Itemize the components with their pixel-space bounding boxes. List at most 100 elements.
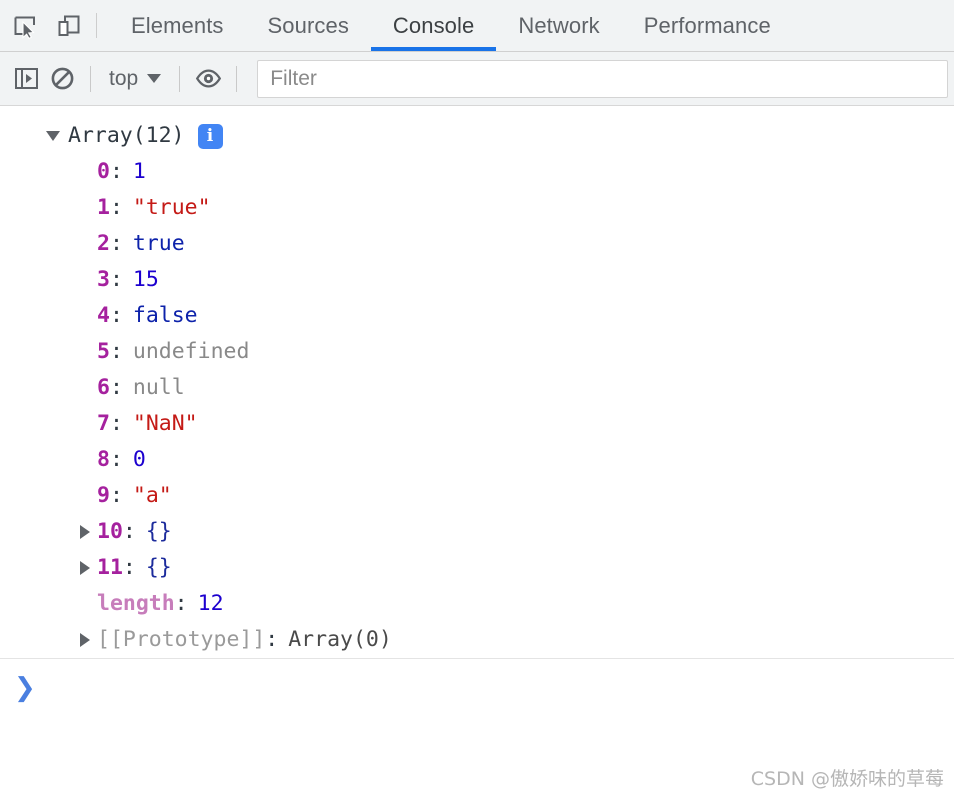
list-item[interactable]: 0: 1 xyxy=(0,154,954,190)
execution-context-selector[interactable]: top xyxy=(101,63,169,95)
property-key: 6 xyxy=(97,375,110,400)
property-value: true xyxy=(132,231,185,256)
property-colon: : xyxy=(109,483,123,508)
property-key: 1 xyxy=(97,195,110,220)
property-colon: : xyxy=(109,267,123,292)
property-colon: : xyxy=(109,195,123,220)
property-value: undefined xyxy=(132,339,250,364)
property-value: "a" xyxy=(132,483,172,508)
property-colon: : xyxy=(109,159,123,184)
property-value: Array(0) xyxy=(288,627,392,652)
tab-console-label: Console xyxy=(392,12,475,38)
array-group-header[interactable]: Array(12) i xyxy=(0,118,954,154)
console-prompt[interactable]: ❯ CSDN @傲娇味的草莓 xyxy=(0,659,954,799)
devtools-tab-bar: Elements Sources Console Network Perform… xyxy=(0,0,954,52)
property-key: length xyxy=(97,591,175,616)
property-colon: : xyxy=(109,339,123,364)
property-value: "true" xyxy=(132,195,211,220)
info-icon[interactable]: i xyxy=(197,123,223,149)
console-toolbar: top Filter xyxy=(0,52,954,106)
watermark: CSDN @傲娇味的草莓 xyxy=(750,768,944,790)
property-value: 0 xyxy=(132,447,146,472)
clear-console-icon[interactable] xyxy=(44,61,80,97)
array-title: Array(12) xyxy=(68,123,185,148)
eye-glyph xyxy=(195,69,221,88)
property-colon: : xyxy=(174,591,188,616)
property-key: 2 xyxy=(97,231,110,256)
toolbar-divider-2 xyxy=(179,65,181,92)
list-item[interactable]: 4: false xyxy=(0,298,954,334)
property-value: false xyxy=(132,303,198,328)
inspect-element-icon[interactable] xyxy=(8,9,42,43)
filter-placeholder: Filter xyxy=(270,66,317,90)
property-value: 15 xyxy=(132,267,159,292)
tab-network-label: Network xyxy=(518,12,600,38)
execution-context-label: top xyxy=(109,66,139,90)
property-colon: : xyxy=(122,519,136,544)
eye-icon[interactable] xyxy=(190,61,226,97)
property-key: 3 xyxy=(97,267,110,292)
property-key: 4 xyxy=(97,303,110,328)
tab-network[interactable]: Network xyxy=(496,0,621,51)
device-toolbar-icon[interactable] xyxy=(52,9,86,43)
tab-sources[interactable]: Sources xyxy=(246,0,371,51)
list-item[interactable]: 3: 15 xyxy=(0,262,954,298)
chevron-right-icon[interactable] xyxy=(80,561,90,575)
property-colon: : xyxy=(109,375,123,400)
property-value: 1 xyxy=(132,159,146,184)
toolbar-divider-3 xyxy=(236,65,238,92)
property-key: 8 xyxy=(97,447,110,472)
list-item[interactable]: 6: null xyxy=(0,370,954,406)
property-colon: : xyxy=(109,447,123,472)
clear-console-glyph xyxy=(51,67,73,90)
chevron-down-icon[interactable] xyxy=(46,131,60,141)
inspect-element-glyph xyxy=(14,16,35,39)
list-item[interactable]: 5: undefined xyxy=(0,334,954,370)
list-item[interactable]: 1: "true" xyxy=(0,190,954,226)
property-value: "NaN" xyxy=(132,411,198,436)
device-toolbar-glyph xyxy=(58,15,80,36)
list-item[interactable]: length: 12 xyxy=(0,586,954,622)
tab-performance-label: Performance xyxy=(643,12,771,38)
tab-console[interactable]: Console xyxy=(370,0,497,51)
list-item[interactable]: 9: "a" xyxy=(0,478,954,514)
tab-sources-label: Sources xyxy=(267,12,349,38)
console-sidebar-icon[interactable] xyxy=(8,61,44,97)
property-colon: : xyxy=(265,627,279,652)
toolbar-divider-1 xyxy=(90,65,91,92)
list-item[interactable]: 7: "NaN" xyxy=(0,406,954,442)
chevron-right-icon[interactable] xyxy=(80,633,90,647)
tab-elements[interactable]: Elements xyxy=(109,0,246,51)
property-key: [[Prototype]] xyxy=(97,627,266,652)
prompt-chevron-icon: ❯ xyxy=(14,673,36,703)
property-colon: : xyxy=(109,231,123,256)
property-value: 12 xyxy=(197,591,224,616)
property-key: 9 xyxy=(97,483,110,508)
chevron-down-icon xyxy=(147,74,162,83)
tab-bar-icon-group xyxy=(0,0,92,51)
property-value: {} xyxy=(145,555,172,580)
property-value: {} xyxy=(145,519,172,544)
list-item[interactable]: 8: 0 xyxy=(0,442,954,478)
property-key: 0 xyxy=(97,159,110,184)
filter-input[interactable]: Filter xyxy=(257,59,948,98)
tab-performance[interactable]: Performance xyxy=(622,0,793,51)
console-output: Array(12) i 0: 1 1: "true" 2: true 3: 15… xyxy=(0,106,954,659)
property-key: 10 xyxy=(97,519,123,544)
tab-elements-label: Elements xyxy=(131,12,224,38)
property-colon: : xyxy=(109,411,123,436)
property-key: 11 xyxy=(97,555,123,580)
list-item[interactable]: [[Prototype]]: Array(0) xyxy=(0,622,954,658)
list-item[interactable]: 10: {} xyxy=(0,514,954,550)
property-key: 5 xyxy=(97,339,110,364)
property-key: 7 xyxy=(97,411,110,436)
property-colon: : xyxy=(122,555,136,580)
list-item[interactable]: 2: true xyxy=(0,226,954,262)
panel-tabs: Elements Sources Console Network Perform… xyxy=(109,0,793,51)
list-item[interactable]: 11: {} xyxy=(0,550,954,586)
console-sidebar-glyph xyxy=(14,68,38,89)
property-value: null xyxy=(132,375,185,400)
property-colon: : xyxy=(109,303,123,328)
chevron-right-icon[interactable] xyxy=(80,525,90,539)
tab-bar-divider xyxy=(96,13,97,38)
